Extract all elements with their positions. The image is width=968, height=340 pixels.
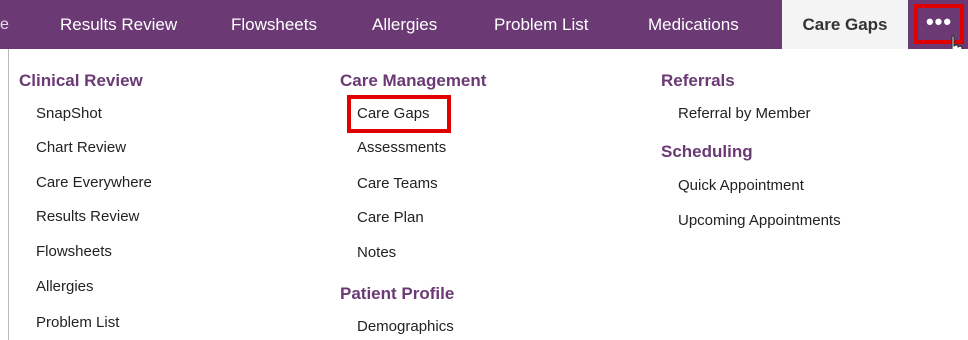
tab-problem-list[interactable]: Problem List bbox=[494, 0, 588, 49]
menu-item-problem-list[interactable]: Problem List bbox=[36, 314, 119, 331]
menu-item-assessments[interactable]: Assessments bbox=[357, 139, 446, 156]
section-heading-patient-profile: Patient Profile bbox=[340, 284, 455, 303]
section-heading-referrals: Referrals bbox=[661, 71, 735, 90]
menu-item-results-review[interactable]: Results Review bbox=[36, 208, 139, 225]
tab-results-review[interactable]: Results Review bbox=[60, 0, 177, 49]
menu-item-chart-review[interactable]: Chart Review bbox=[36, 139, 126, 156]
menu-item-snapshot[interactable]: SnapShot bbox=[36, 105, 102, 122]
more-menu-panel: Clinical Review SnapShot Chart Review Ca… bbox=[8, 49, 968, 340]
tab-medications[interactable]: Medications bbox=[648, 0, 739, 49]
menu-item-demographics[interactable]: Demographics bbox=[357, 318, 454, 335]
tab-allergies[interactable]: Allergies bbox=[372, 0, 437, 49]
menu-item-upcoming-appointments[interactable]: Upcoming Appointments bbox=[678, 212, 841, 229]
menu-item-care-plan[interactable]: Care Plan bbox=[357, 209, 424, 226]
section-heading-clinical-review: Clinical Review bbox=[19, 71, 143, 90]
menu-item-care-everywhere[interactable]: Care Everywhere bbox=[36, 174, 152, 191]
menu-item-quick-appointment[interactable]: Quick Appointment bbox=[678, 177, 804, 194]
tab-care-gaps[interactable]: Care Gaps bbox=[782, 0, 908, 49]
menu-item-referral-by-member[interactable]: Referral by Member bbox=[678, 105, 811, 122]
tab-partial-edge: e bbox=[0, 16, 9, 33]
menu-item-notes[interactable]: Notes bbox=[357, 244, 396, 261]
menu-item-care-teams[interactable]: Care Teams bbox=[357, 175, 438, 192]
section-heading-scheduling: Scheduling bbox=[661, 142, 753, 161]
tab-bar: e Results Review Flowsheets Allergies Pr… bbox=[0, 0, 968, 49]
section-heading-care-management: Care Management bbox=[340, 71, 487, 90]
menu-item-care-gaps[interactable]: Care Gaps bbox=[357, 105, 430, 122]
tab-flowsheets[interactable]: Flowsheets bbox=[231, 0, 317, 49]
menu-item-allergies[interactable]: Allergies bbox=[36, 278, 94, 295]
menu-item-flowsheets[interactable]: Flowsheets bbox=[36, 243, 112, 260]
